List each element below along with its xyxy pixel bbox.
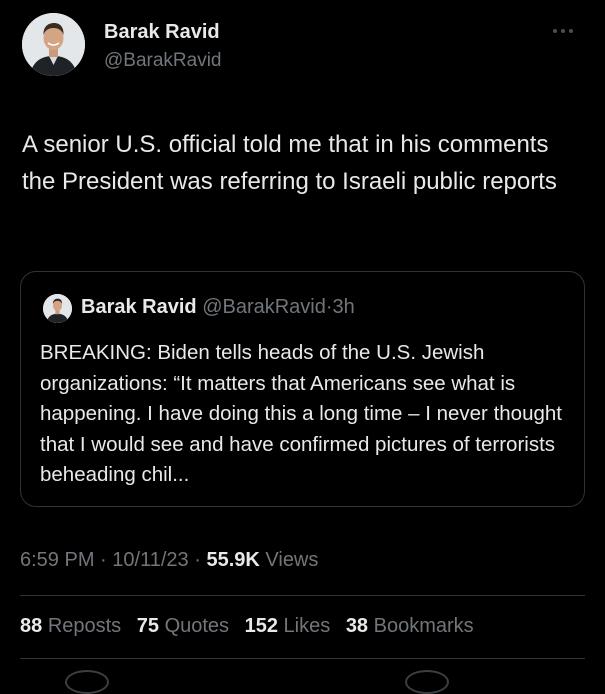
- likes-label: Likes: [283, 615, 331, 637]
- bookmarks-label: Bookmarks: [373, 615, 474, 637]
- divider: [20, 658, 585, 659]
- quotes-count: 75: [136, 615, 159, 637]
- likes-count: 152: [244, 615, 278, 637]
- tweet-time[interactable]: 6:59 PM: [20, 549, 94, 571]
- tweet-text: A senior U.S. official told me that in h…: [22, 131, 557, 195]
- dot: [569, 29, 573, 33]
- quoted-author-handle: @BarakRavid: [202, 296, 326, 318]
- quoted-author-name: Barak Ravid: [81, 296, 197, 318]
- tweet-meta: 6:59 PM · 10/11/23 · 55.9K Views: [20, 549, 318, 572]
- reposts-label: Reposts: [47, 615, 122, 637]
- quoted-header: Barak Ravid @BarakRavid·3h: [81, 296, 355, 319]
- quotes-label: Quotes: [164, 615, 230, 637]
- bookmarks-stat[interactable]: 38 Bookmarks: [346, 615, 474, 637]
- divider: [20, 595, 585, 596]
- dot: [561, 29, 565, 33]
- tweet-stats: 88 Reposts 75 Quotes 152 Likes 38 Bookma…: [20, 615, 484, 638]
- reply-icon[interactable]: [65, 670, 109, 694]
- meta-separator: ·: [100, 549, 107, 571]
- views-label: Views: [265, 549, 319, 571]
- bookmarks-count: 38: [345, 615, 369, 637]
- bookmark-icon[interactable]: [405, 670, 449, 694]
- quoted-separator: ·: [325, 296, 333, 318]
- dot: [553, 29, 557, 33]
- reposts-stat[interactable]: 88 Reposts: [20, 615, 121, 637]
- tweet-date[interactable]: 10/11/23: [112, 549, 188, 571]
- quoted-text: BREAKING: Biden tells heads of the U.S. …: [40, 341, 562, 486]
- author-avatar[interactable]: [22, 13, 85, 76]
- quoted-timestamp: 3h: [332, 296, 355, 318]
- likes-stat[interactable]: 152 Likes: [245, 615, 331, 637]
- quotes-stat[interactable]: 75 Quotes: [137, 615, 229, 637]
- meta-separator: ·: [194, 549, 201, 571]
- author-name[interactable]: Barak Ravid: [104, 21, 220, 44]
- more-options-icon[interactable]: [553, 25, 583, 37]
- views-count: 55.9K: [206, 549, 260, 571]
- quoted-author-avatar: [43, 294, 72, 323]
- author-handle[interactable]: @BarakRavid: [104, 50, 222, 72]
- quoted-tweet[interactable]: Barak Ravid @BarakRavid·3h BREAKING: Bid…: [20, 271, 585, 507]
- reposts-count: 88: [20, 615, 43, 637]
